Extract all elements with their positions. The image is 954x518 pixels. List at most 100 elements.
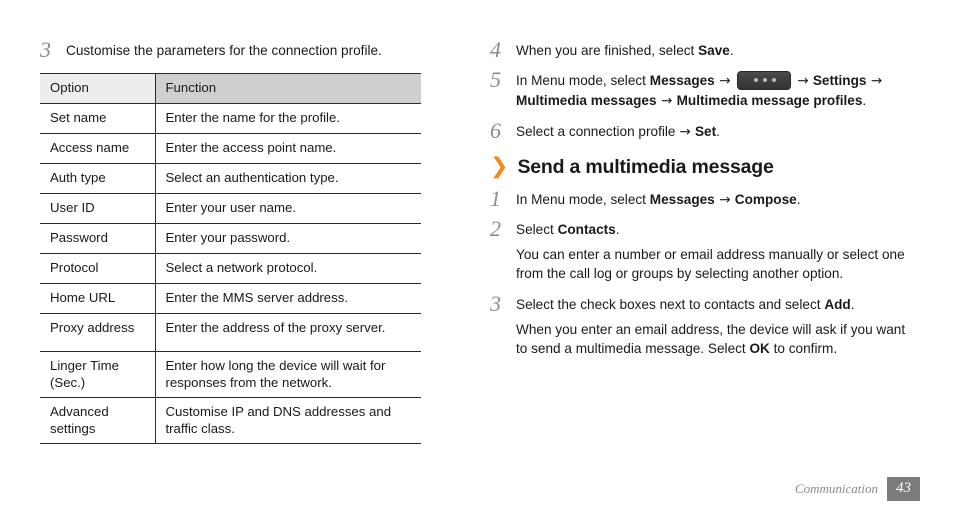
cell-function: Select a network protocol. (155, 253, 421, 284)
step-text-line: Select the check boxes next to contacts … (516, 295, 920, 314)
connection-profile-options-table: Option Function Set name Enter the name … (40, 73, 421, 444)
step-text-bold: Set (694, 124, 717, 139)
connection-profile-options-table-wrapper: Option Function Set name Enter the name … (40, 73, 421, 444)
step-text-bold-settings: Settings (812, 73, 867, 88)
step-text: When you are finished, select Save. (516, 38, 920, 60)
cell-function: Enter how long the device will wait for … (155, 351, 421, 398)
arrow-separator: → (866, 73, 883, 89)
cell-option: Advanced settings (40, 397, 156, 444)
cell-function: Enter the MMS server address. (155, 283, 421, 314)
table-body: Set name Enter the name for the profile.… (40, 103, 421, 444)
step-2: 2 Select Contacts. You can enter a numbe… (490, 217, 920, 283)
page-number-badge: 43 (887, 477, 920, 501)
cell-option: Set name (40, 103, 156, 134)
step-text-bold-add: Add (824, 297, 851, 312)
cell-function: Customise IP and DNS addresses and traff… (155, 397, 421, 444)
step-number: 6 (490, 118, 501, 143)
step-text-prefix: Select a connection profile (516, 124, 680, 139)
table-row: Auth type Select an authentication type. (40, 163, 421, 194)
step-3-right: 3 Select the check boxes next to contact… (490, 292, 920, 358)
step-text-suffix: . (850, 297, 855, 312)
step-number: 3 (40, 37, 51, 62)
step-number: 4 (490, 37, 501, 62)
step-text-bold-messages: Messages (649, 192, 715, 207)
step-text-suffix: . (862, 93, 867, 108)
cell-option: Linger Time (Sec.) (40, 351, 156, 398)
step-text-suffix: . (796, 192, 801, 207)
footer-chapter-label: Communication (794, 481, 878, 496)
step-text-bold-compose: Compose (734, 192, 797, 207)
column-header-function: Function (155, 73, 421, 104)
step-text-prefix: When you are finished, select (516, 43, 699, 58)
cell-function: Enter your password. (155, 223, 421, 254)
step-6: 6 Select a connection profile → Set. (490, 119, 920, 142)
dot-icon (771, 78, 776, 83)
step-text-prefix: Select the check boxes next to contacts … (516, 297, 825, 312)
table-header-row: Option Function (40, 73, 421, 104)
step-text: Select a connection profile → Set. (516, 119, 920, 142)
step-text: Select the check boxes next to contacts … (516, 292, 920, 358)
step-number: 3 (490, 291, 501, 316)
dot-icon (753, 78, 758, 83)
arrow-separator: → (714, 73, 735, 89)
step-text-suffix: . (716, 124, 720, 139)
table-row: User ID Enter your user name. (40, 193, 421, 224)
table-row: Linger Time (Sec.) Enter how long the de… (40, 351, 421, 398)
step-text: In Menu mode, select Messages → → Settin… (516, 68, 920, 111)
step-number: 5 (490, 67, 501, 92)
table-row: Password Enter your password. (40, 223, 421, 254)
table-row: Protocol Select a network protocol. (40, 253, 421, 284)
cell-function: Enter the access point name. (155, 133, 421, 164)
step-text-suffix: . (729, 43, 734, 58)
cell-option: User ID (40, 193, 156, 224)
step-note: You can enter a number or email address … (516, 247, 905, 281)
arrow-separator: → (714, 192, 735, 208)
arrow-separator: → (656, 93, 677, 109)
step-text-bold-multimedia-messages: Multimedia messages (516, 93, 657, 108)
arrow-separator: → (679, 124, 695, 140)
right-column: 4 When you are finished, select Save. 5 … (490, 0, 920, 518)
more-options-key-icon[interactable] (736, 70, 791, 90)
cell-option: Proxy address (40, 313, 156, 352)
section-heading: ❯ Send a multimedia message (490, 154, 920, 179)
column-header-option: Option (40, 73, 156, 104)
step-text: Customise the parameters for the connect… (66, 43, 382, 58)
step-text: Select Contacts. You can enter a number … (516, 217, 920, 283)
step-note-bold-ok: OK (749, 341, 770, 356)
cell-option: Home URL (40, 283, 156, 314)
page-footer: Communication 43 (795, 477, 920, 501)
table-row: Set name Enter the name for the profile. (40, 103, 421, 134)
cell-function: Enter the address of the proxy server. (155, 313, 421, 352)
table-row: Advanced settings Customise IP and DNS a… (40, 397, 421, 444)
step-note-part-b: to confirm. (769, 341, 838, 356)
step-note: When you enter an email address, the dev… (516, 320, 920, 358)
cell-function: Enter your user name. (155, 193, 421, 224)
step-note-part-a: When you enter an email address, the dev… (516, 322, 906, 356)
step-3-left: 3 Customise the parameters for the conne… (40, 38, 476, 61)
step-text-suffix: . (615, 222, 620, 237)
step-text-prefix: In Menu mode, select (516, 192, 650, 207)
cell-option: Access name (40, 133, 156, 164)
table-row: Home URL Enter the MMS server address. (40, 283, 421, 314)
table-head: Option Function (40, 73, 421, 104)
step-text-bold-mms-profiles: Multimedia message profiles (676, 93, 863, 108)
cell-function: Select an authentication type. (155, 163, 421, 194)
step-number: 1 (490, 186, 501, 211)
chevron-right-icon: ❯ (490, 154, 509, 179)
cell-option: Password (40, 223, 156, 254)
step-text-line: Select Contacts. (516, 220, 920, 239)
step-text-seg1: In Menu mode, select (516, 73, 650, 88)
cell-option: Auth type (40, 163, 156, 194)
table-row: Proxy address Enter the address of the p… (40, 313, 421, 352)
cell-function: Enter the name for the profile. (155, 103, 421, 134)
step-1: 1 In Menu mode, select Messages → Compos… (490, 187, 920, 210)
step-text-prefix: Select (516, 222, 558, 237)
step-4: 4 When you are finished, select Save. (490, 38, 920, 61)
step-text: In Menu mode, select Messages → Compose. (516, 187, 920, 210)
page-title: Send a multimedia message (517, 156, 774, 178)
step-text-bold-messages: Messages (649, 73, 715, 88)
step-text-bold: Save (698, 43, 730, 58)
cell-option: Protocol (40, 253, 156, 284)
arrow-separator: → (792, 73, 813, 89)
dot-icon (762, 78, 767, 83)
